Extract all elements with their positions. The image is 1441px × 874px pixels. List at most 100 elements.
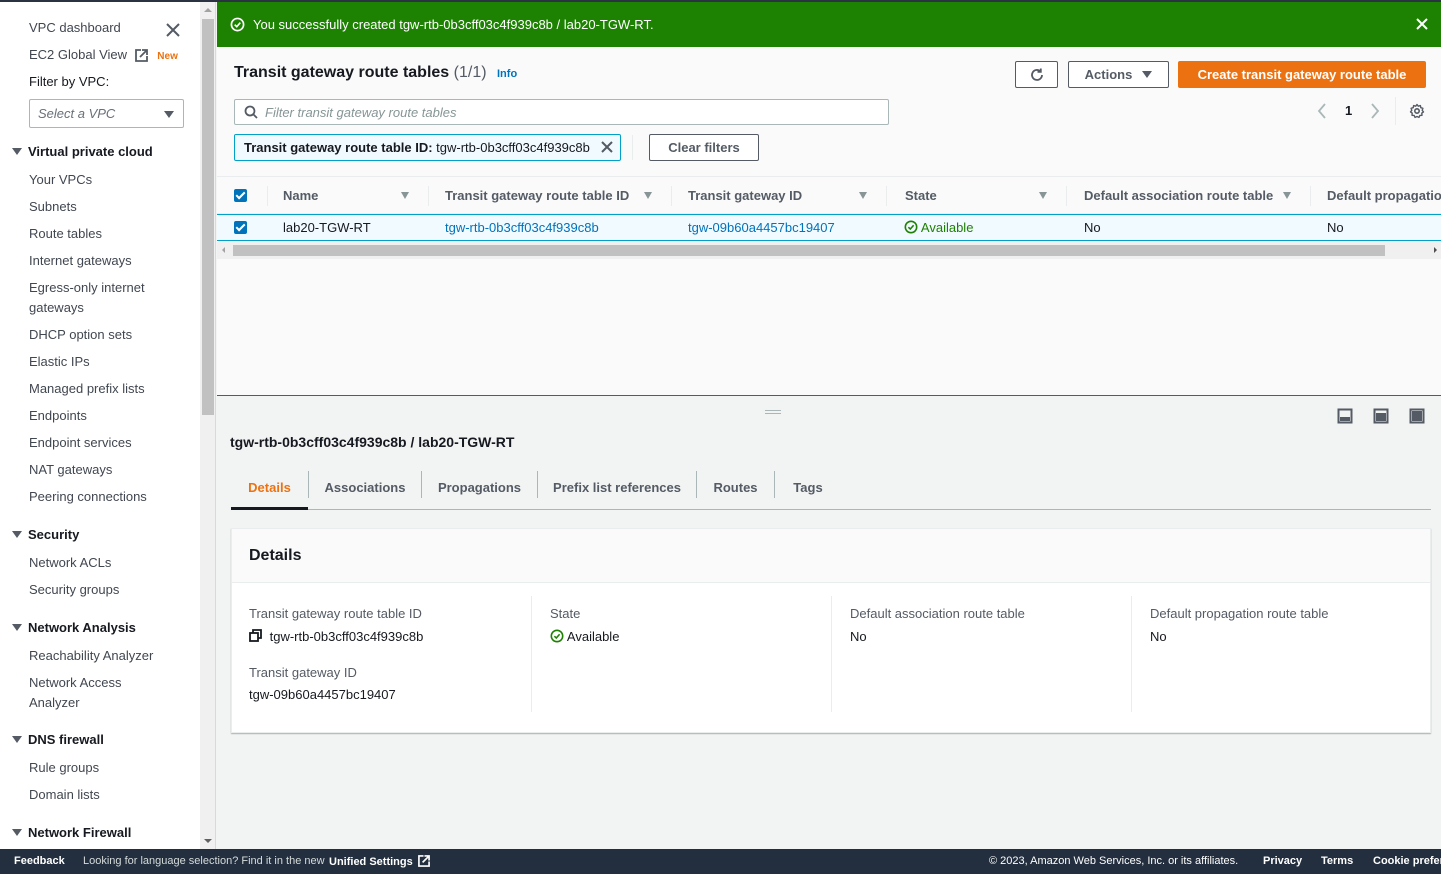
sidebar-item-route-tables[interactable]: Route tables	[29, 224, 102, 244]
row-checkbox[interactable]	[234, 221, 247, 234]
sidebar-item-ec2-global-view[interactable]: EC2 Global View New	[29, 45, 178, 67]
details-column-2: State Available	[550, 596, 830, 712]
page-number[interactable]: 1	[1345, 103, 1352, 118]
sidebar-item-dhcp-option-sets[interactable]: DHCP option sets	[29, 325, 132, 345]
column-header-tgw-id[interactable]: Transit gateway ID	[688, 188, 802, 203]
state-text: Available	[566, 629, 620, 644]
vpc-select[interactable]: Select a VPC	[29, 99, 184, 128]
sidebar-item-peering-connections[interactable]: Peering connections	[29, 487, 147, 507]
sort-icon[interactable]	[1283, 192, 1291, 199]
actions-button[interactable]: Actions	[1068, 61, 1169, 88]
table-row[interactable]: lab20-TGW-RT tgw-rtb-0b3cff03c4f939c8b t…	[217, 214, 1441, 241]
cell-tgw-id-link[interactable]: tgw-09b60a4457bc19407	[688, 220, 835, 235]
sort-icon[interactable]	[1039, 192, 1047, 199]
section-title: Network Analysis	[28, 620, 136, 635]
sidebar-item-elastic-ips[interactable]: Elastic IPs	[29, 352, 90, 372]
sidebar-item-network-acls[interactable]: Network ACLs	[29, 553, 111, 573]
unified-settings-link[interactable]: Unified Settings	[329, 855, 430, 868]
copy-icon[interactable]	[249, 629, 262, 642]
column-header-state[interactable]: State	[905, 188, 937, 203]
sidebar-item-your-vpcs[interactable]: Your VPCs	[29, 170, 92, 190]
refresh-button[interactable]	[1015, 61, 1058, 88]
column-header-route-table-id[interactable]: Transit gateway route table ID	[445, 188, 629, 203]
caret-down-icon	[12, 531, 22, 539]
tab-routes[interactable]: Routes	[697, 466, 774, 508]
cell-route-table-id-link[interactable]: tgw-rtb-0b3cff03c4f939c8b	[445, 220, 599, 235]
sidebar-item-subnets[interactable]: Subnets	[29, 197, 77, 217]
panel-full-icon[interactable]	[1409, 408, 1425, 424]
panel-side-icon[interactable]	[1373, 408, 1389, 424]
sidebar-section-virtual-private-cloud[interactable]: Virtual private cloud	[12, 144, 153, 159]
sort-icon[interactable]	[859, 192, 867, 199]
scrollbar-thumb[interactable]	[202, 19, 214, 415]
sidebar-item-network-access-analyzer[interactable]: Network Access Analyzer	[29, 673, 139, 713]
unified-settings-label: Unified Settings	[329, 856, 413, 868]
scroll-left-arrow-icon[interactable]	[222, 247, 225, 253]
sidebar-item-internet-gateways[interactable]: Internet gateways	[29, 251, 132, 271]
sidebar-scrollbar[interactable]	[200, 2, 216, 849]
close-sidebar-button[interactable]	[164, 21, 182, 39]
sort-icon[interactable]	[644, 192, 652, 199]
feedback-link[interactable]: Feedback	[14, 855, 65, 867]
sidebar-item-reachability-analyzer[interactable]: Reachability Analyzer	[29, 646, 153, 666]
scroll-down-arrow-icon[interactable]	[204, 839, 212, 843]
tgw-id-link[interactable]: tgw-09b60a4457bc19407	[249, 687, 396, 702]
external-link-icon	[134, 49, 148, 62]
next-page-icon[interactable]	[1369, 102, 1381, 120]
privacy-link[interactable]: Privacy	[1263, 855, 1302, 867]
sidebar-section-network-firewall[interactable]: Network Firewall	[12, 825, 131, 840]
clear-filters-button[interactable]: Clear filters	[649, 134, 759, 161]
filter-input[interactable]	[265, 103, 865, 121]
scroll-up-arrow-icon[interactable]	[204, 8, 212, 12]
filter-search[interactable]	[234, 99, 889, 125]
column-header-default-propagation[interactable]: Default propagatio	[1327, 188, 1441, 203]
column-divider	[671, 186, 672, 206]
tab-associations[interactable]: Associations	[309, 466, 421, 508]
cookie-preferences-link[interactable]: Cookie prefere	[1373, 855, 1441, 867]
close-icon	[166, 23, 180, 37]
tab-tags[interactable]: Tags	[775, 466, 841, 508]
copyright: © 2023, Amazon Web Services, Inc. or its…	[989, 855, 1239, 867]
token-key: Transit gateway route table ID:	[244, 140, 433, 155]
sort-icon[interactable]	[401, 192, 409, 199]
dismiss-flash-icon[interactable]	[1415, 17, 1429, 31]
scrollbar-thumb[interactable]	[233, 245, 1385, 256]
table-horizontal-scrollbar[interactable]	[217, 242, 1441, 259]
new-badge: New	[157, 51, 178, 62]
sidebar-item-domain-lists[interactable]: Domain lists	[29, 785, 100, 805]
column-header-default-association[interactable]: Default association route table	[1084, 188, 1273, 203]
resize-handle[interactable]	[765, 410, 781, 414]
sidebar-item-vpc-dashboard[interactable]: VPC dashboard	[29, 18, 121, 38]
info-link[interactable]: Info	[497, 68, 517, 80]
create-route-table-button[interactable]: Create transit gateway route table	[1178, 61, 1426, 88]
sidebar-item-nat-gateways[interactable]: NAT gateways	[29, 460, 112, 480]
tab-details[interactable]: Details	[231, 466, 308, 510]
scroll-right-arrow-icon[interactable]	[1434, 247, 1437, 253]
select-all-checkbox[interactable]	[234, 189, 247, 202]
sidebar-item-security-groups[interactable]: Security groups	[29, 580, 119, 600]
panel-bottom-icon[interactable]	[1337, 408, 1353, 424]
tab-propagations[interactable]: Propagations	[422, 466, 537, 508]
column-divider	[428, 186, 429, 206]
sidebar-item-endpoint-services[interactable]: Endpoint services	[29, 433, 132, 453]
sidebar-item-egress-only-internet-gateways[interactable]: Egress-only internet gateways	[29, 278, 159, 318]
route-table-id-text: tgw-rtb-0b3cff03c4f939c8b	[269, 629, 424, 644]
terms-link[interactable]: Terms	[1321, 855, 1353, 867]
tab-prefix-list-references[interactable]: Prefix list references	[538, 466, 696, 508]
sidebar-section-security[interactable]: Security	[12, 527, 79, 542]
column-divider	[1066, 186, 1067, 206]
details-column-1: Transit gateway route table ID tgw-rtb-0…	[249, 596, 529, 712]
settings-gear-icon[interactable]	[1409, 103, 1425, 119]
column-header-name[interactable]: Name	[283, 188, 318, 203]
previous-page-icon[interactable]	[1316, 102, 1328, 120]
sidebar-item-endpoints[interactable]: Endpoints	[29, 406, 87, 426]
sidebar-section-dns-firewall[interactable]: DNS firewall	[12, 732, 104, 747]
remove-filter-icon[interactable]	[600, 140, 614, 154]
state-label: State	[550, 606, 581, 621]
section-title: Network Firewall	[28, 825, 132, 840]
sidebar-item-rule-groups[interactable]: Rule groups	[29, 758, 99, 778]
table-header: Name Transit gateway route table ID Tran…	[217, 176, 1441, 214]
success-check-icon	[230, 17, 245, 32]
sidebar-item-managed-prefix-lists[interactable]: Managed prefix lists	[29, 379, 145, 399]
sidebar-section-network-analysis[interactable]: Network Analysis	[12, 620, 136, 635]
